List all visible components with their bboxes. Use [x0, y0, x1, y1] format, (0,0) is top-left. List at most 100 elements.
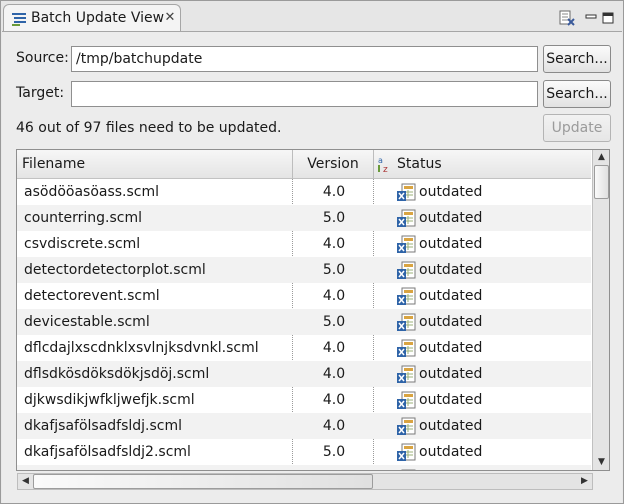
source-input[interactable] — [71, 46, 538, 72]
files-table: Filename Version a z Status asödööasöass… — [16, 149, 610, 471]
version-cell: 4.0 — [322, 288, 346, 304]
version-cell: 5.0 — [322, 444, 346, 460]
maximize-icon[interactable] — [600, 10, 616, 26]
status-cell: outdated — [397, 179, 587, 205]
table-row[interactable]: csvdiscrete.scml 4.0 outdated — [17, 231, 591, 257]
version-cell: 4.0 — [322, 236, 346, 252]
table-row[interactable]: djkwsdikjwfkljwefjk.scml 4.0 outdated — [17, 387, 591, 413]
filename-cell: csvdiscrete.scml — [24, 236, 141, 252]
version-cell: 4.0 — [322, 392, 346, 408]
filename-cell: devicestable.scml — [24, 314, 150, 330]
scroll-up-arrow[interactable]: ▲ — [594, 150, 609, 165]
status-cell: outdated — [397, 257, 587, 283]
status-cell: outdated — [397, 335, 587, 361]
version-cell: 5.0 — [293, 465, 375, 470]
table-row[interactable]: dflcdajlxscdnklxsvlnjksdvnkl.scml 4.0 outd… — [17, 335, 591, 361]
filename-cell: dflcdajlxscdnklxsvlnjksdvnkl.scml — [24, 340, 259, 356]
column-header-status[interactable]: a z Status — [374, 150, 591, 178]
table-row[interactable]: dflsdkösdöksdökjsdöj.scml 4.0 outdated — [17, 361, 591, 387]
table-row[interactable]: dkafjsafölsadfsldj3.scml5.0 outdated — [17, 465, 591, 470]
table-row[interactable]: devicestable.scml 5.0 outdated — [17, 309, 591, 335]
status-text: outdated — [419, 236, 483, 252]
version-cell: 4.0 — [322, 366, 346, 382]
column-header-status-label: Status — [397, 156, 442, 172]
close-icon[interactable]: ✕ — [163, 11, 177, 25]
filename-cell: dflsdkösdöksdökjsdöj.scml — [24, 366, 210, 382]
batch-update-view: Batch Update View ✕ Source: Search... Ta… — [0, 0, 624, 504]
version-cell: 4.0 — [322, 184, 346, 200]
status-text: outdated — [419, 418, 483, 434]
table-row[interactable]: counterring.scml 5.0 outdated — [17, 205, 591, 231]
table-row[interactable]: detectordetectorplot.scml 5.0 outdated — [17, 257, 591, 283]
source-search-button[interactable]: Search... — [543, 45, 611, 73]
table-row[interactable]: dkafjsafölsadfsldj.scml 4.0 outdated — [17, 413, 591, 439]
status-text: outdated — [419, 184, 483, 200]
list-view-icon — [12, 13, 26, 26]
update-status-text: 46 out of 97 files need to be updated. — [16, 120, 282, 136]
status-cell: outdated — [397, 205, 587, 231]
scroll-right-arrow[interactable]: ▶ — [577, 474, 592, 489]
version-cell: 5.0 — [322, 314, 346, 330]
status-text: outdated — [419, 340, 483, 356]
table-row[interactable]: detectorevent.scml 4.0 outdated — [17, 283, 591, 309]
status-text: outdated — [419, 262, 483, 278]
version-cell: 5.0 — [322, 262, 346, 278]
svg-text:a: a — [378, 156, 383, 165]
spreadsheet-file-icon — [397, 443, 416, 461]
status-text: outdated — [419, 366, 483, 382]
source-label: Source: — [16, 50, 69, 66]
sort-az-icon: a z — [378, 156, 388, 173]
target-input[interactable] — [71, 81, 538, 107]
view-tab[interactable]: Batch Update View ✕ — [3, 4, 181, 31]
spreadsheet-file-icon — [397, 209, 416, 227]
spreadsheet-file-icon — [397, 417, 416, 435]
status-cell: outdated — [397, 231, 587, 257]
svg-text:z: z — [383, 165, 388, 173]
minimize-icon[interactable] — [583, 10, 599, 26]
vertical-scrollbar[interactable]: ▲ ▼ — [592, 150, 609, 470]
scroll-down-arrow[interactable]: ▼ — [594, 455, 609, 470]
target-search-button[interactable]: Search... — [543, 80, 611, 108]
status-text: outdated — [419, 465, 482, 470]
version-cell: 4.0 — [322, 418, 346, 434]
column-header-filename[interactable]: Filename — [17, 150, 293, 178]
status-text: outdated — [419, 392, 483, 408]
spreadsheet-file-icon — [397, 339, 416, 357]
filename-cell: asödööasöass.scml — [24, 184, 160, 200]
table-rows: asödööasöass.scml 4.0 outdated counterring.… — [17, 179, 591, 470]
status-text: outdated — [419, 444, 483, 460]
status-cell: outdated — [397, 465, 587, 470]
vertical-scroll-thumb[interactable] — [594, 165, 609, 199]
horizontal-scroll-thumb[interactable] — [33, 474, 373, 489]
filename-cell: dkafjsafölsadfsldj3.scml — [24, 465, 290, 470]
target-label: Target: — [16, 85, 65, 101]
version-cell: 4.0 — [322, 340, 346, 356]
spreadsheet-file-icon — [397, 287, 416, 305]
table-header: Filename Version a z Status — [17, 150, 591, 179]
spreadsheet-file-icon — [397, 235, 416, 253]
status-cell: outdated — [397, 361, 587, 387]
spreadsheet-file-icon — [397, 313, 416, 331]
view-title: Batch Update View — [31, 10, 165, 26]
spreadsheet-file-icon — [397, 391, 416, 409]
version-cell: 5.0 — [322, 210, 346, 226]
clear-icon[interactable] — [559, 10, 575, 26]
status-text: outdated — [419, 210, 483, 226]
filename-cell: detectorevent.scml — [24, 288, 160, 304]
column-header-version[interactable]: Version — [293, 150, 374, 178]
filename-cell: detectordetectorplot.scml — [24, 262, 206, 278]
view-content: Source: Search... Target: Search... 46 o… — [2, 31, 622, 503]
update-button[interactable]: Update — [543, 114, 611, 142]
table-row[interactable]: asödööasöass.scml 4.0 outdated — [17, 179, 591, 205]
table-row[interactable]: dkafjsafölsadfsldj2.scml 5.0 outdated — [17, 439, 591, 465]
horizontal-scrollbar[interactable]: ◀ ▶ — [17, 473, 593, 490]
status-cell: outdated — [397, 439, 587, 465]
status-cell: outdated — [397, 413, 587, 439]
spreadsheet-file-icon — [397, 183, 416, 201]
filename-cell: counterring.scml — [24, 210, 142, 226]
status-cell: outdated — [397, 387, 587, 413]
status-cell: outdated — [397, 283, 587, 309]
scroll-left-arrow[interactable]: ◀ — [18, 474, 33, 489]
status-cell: outdated — [397, 309, 587, 335]
spreadsheet-file-icon — [397, 261, 416, 279]
